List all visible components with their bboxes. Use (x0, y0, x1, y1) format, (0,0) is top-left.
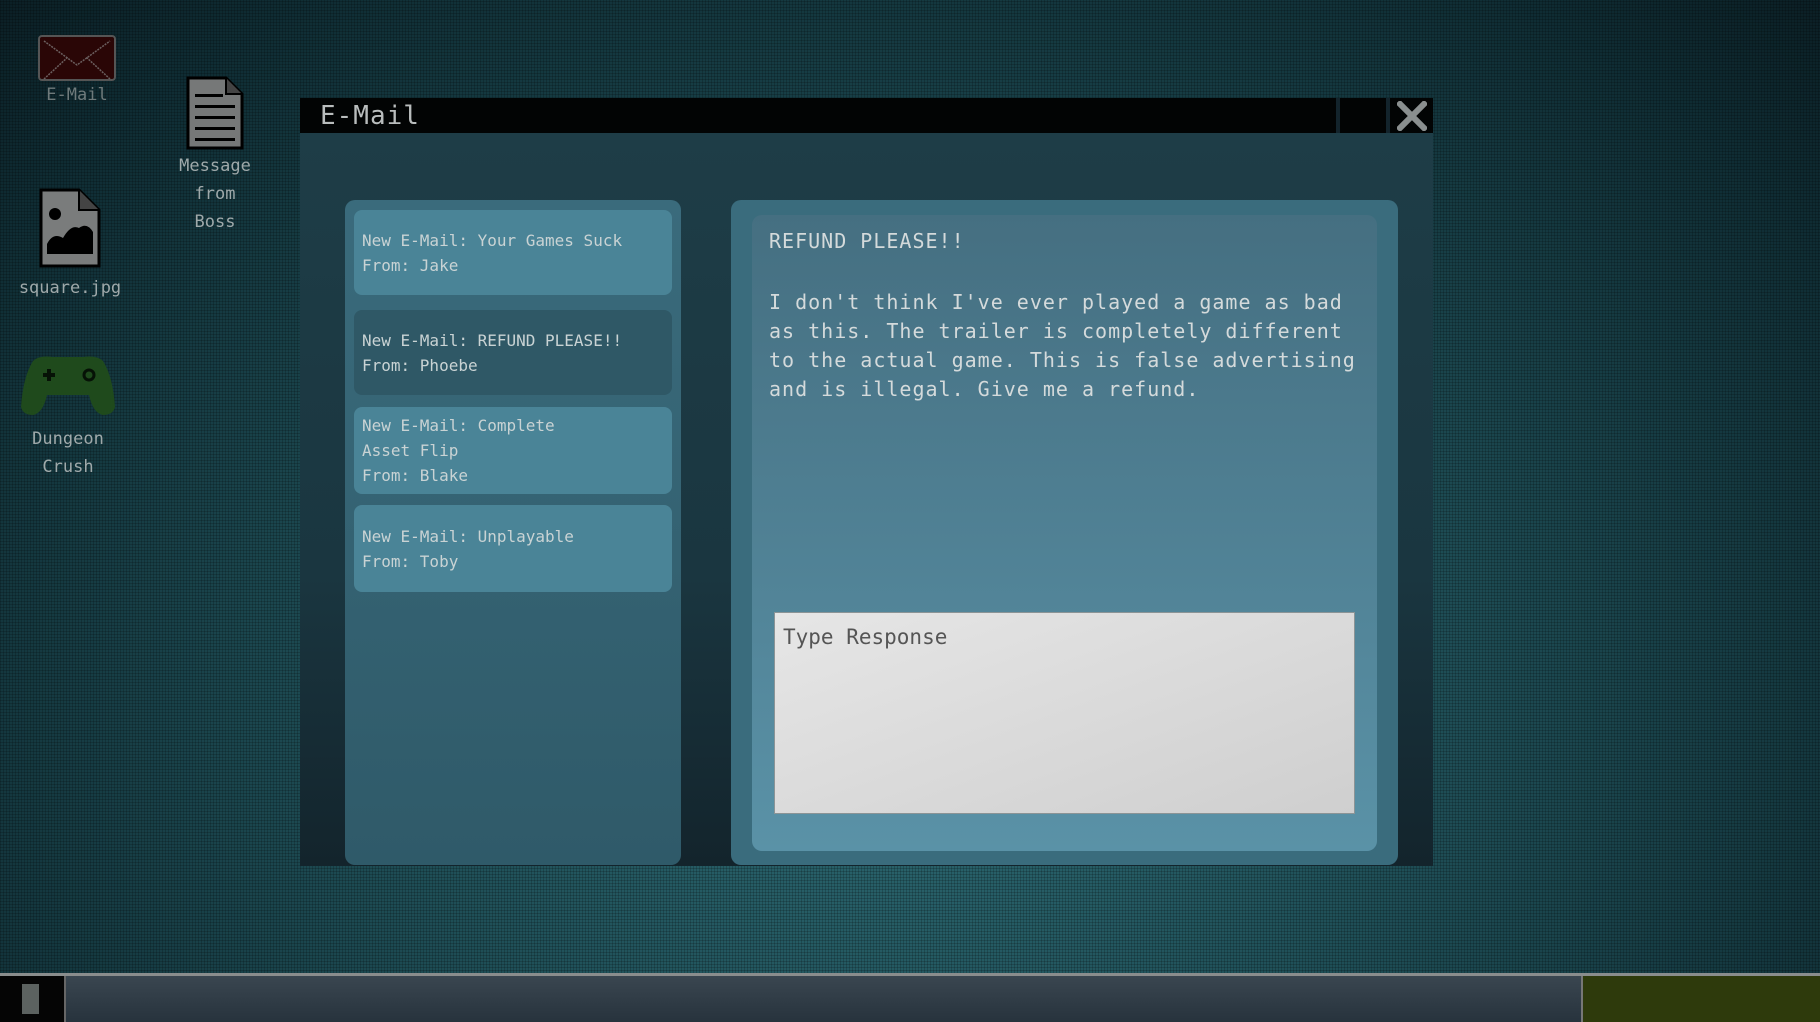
mail-list-item[interactable]: New E-Mail: Complete Asset Flip From: Bl… (354, 407, 672, 494)
mail-subject: New E-Mail: Your Games Suck (362, 230, 623, 250)
mail-list-item[interactable]: New E-Mail: Your Games Suck From: Jake (354, 210, 672, 295)
mail-list-item-selected[interactable]: New E-Mail: REFUND PLEASE!! From: Phoebe (354, 310, 672, 395)
desktop-icon-square-jpg[interactable]: square.jpg (10, 188, 130, 302)
start-icon (22, 984, 39, 1014)
message-body: I don't think I've ever played a game as… (769, 290, 1356, 401)
response-input[interactable] (774, 612, 1355, 814)
email-window: E-Mail New E-Mail: Your Games Suck From:… (300, 98, 1433, 866)
mail-list-item[interactable]: New E-Mail: Unplayable From: Toby (354, 505, 672, 592)
envelope-icon (38, 35, 116, 81)
start-button[interactable] (0, 976, 66, 1022)
desktop-icon-label: square.jpg (18, 278, 122, 298)
mail-list: New E-Mail: Your Games Suck From: Jake N… (345, 200, 681, 865)
mail-from: From: Phoebe (362, 355, 478, 375)
mail-subject: New E-Mail: REFUND PLEASE!! (362, 330, 623, 350)
desktop-icon-dungeon-crush[interactable]: Dungeon Crush (13, 355, 123, 481)
image-file-icon (39, 188, 101, 268)
mail-from: From: Blake (362, 466, 468, 485)
desktop-icon-label: Dungeon Crush (32, 429, 104, 477)
desktop-icon-label: E-Mail (46, 85, 108, 105)
desktop-icon-boss-message[interactable]: Message from Boss (160, 76, 270, 236)
gamepad-icon (21, 356, 115, 415)
window-titlebar[interactable]: E-Mail (300, 98, 1336, 133)
mail-subject: New E-Mail: Unplayable (362, 526, 574, 546)
mail-from: From: Jake (362, 255, 459, 275)
window-title: E-Mail (320, 101, 420, 131)
close-button[interactable] (1390, 98, 1433, 133)
message-title: REFUND PLEASE!! (769, 229, 965, 253)
window-body: New E-Mail: Your Games Suck From: Jake N… (300, 133, 1433, 866)
message-view: REFUND PLEASE!! I don't think I've ever … (731, 200, 1398, 865)
mail-subject: New E-Mail: Complete Asset Flip (362, 416, 555, 460)
minimize-button[interactable] (1340, 98, 1386, 133)
desktop-icon-email[interactable]: E-Mail (22, 35, 132, 109)
close-icon (1397, 101, 1427, 131)
message-panel: REFUND PLEASE!! I don't think I've ever … (752, 215, 1377, 851)
mail-from: From: Toby (362, 551, 459, 571)
document-icon (186, 76, 244, 150)
taskbar (0, 973, 1820, 1022)
system-tray (1581, 976, 1820, 1022)
desktop-icon-label: Message from Boss (179, 156, 251, 232)
